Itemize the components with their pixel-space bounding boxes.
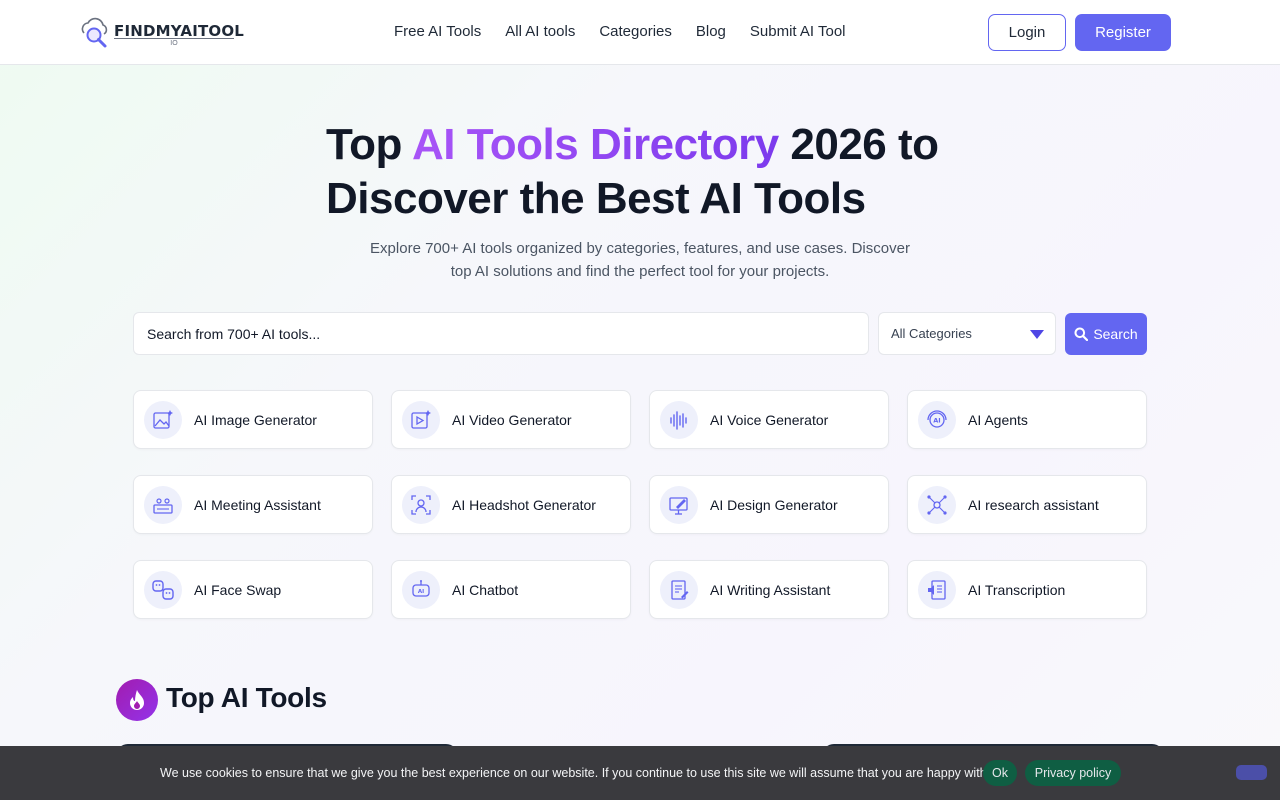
nav-submit-ai-tool[interactable]: Submit AI Tool bbox=[750, 23, 846, 40]
hero-title-accent: AI Tools Directory bbox=[411, 120, 779, 169]
caret-down-icon bbox=[1030, 330, 1044, 339]
search-button-label: Search bbox=[1093, 326, 1138, 342]
site-header: FINDMYAITOOL IO Free AI Tools All AI too… bbox=[0, 0, 1280, 65]
top-ai-tools-heading: Top AI Tools bbox=[166, 682, 327, 713]
hero-subtitle: Explore 700+ AI tools organized by categ… bbox=[370, 240, 910, 280]
category-label: AI research assistant bbox=[968, 496, 1099, 513]
category-card-ai-agents[interactable]: AI AI Agents bbox=[907, 390, 1147, 449]
register-button[interactable]: Register bbox=[1075, 14, 1171, 51]
nav-all-ai-tools[interactable]: All AI tools bbox=[505, 23, 575, 40]
category-select-value: All Categories bbox=[891, 326, 972, 341]
search-input[interactable] bbox=[133, 312, 869, 355]
logo-magnifier-cloud-icon bbox=[81, 17, 108, 48]
image-sparkle-icon bbox=[144, 400, 182, 439]
search-button[interactable]: Search bbox=[1065, 313, 1147, 355]
main-nav: Free AI Tools All AI tools Categories Bl… bbox=[394, 23, 870, 40]
nav-categories[interactable]: Categories bbox=[599, 23, 672, 40]
category-label: AI Design Generator bbox=[710, 496, 838, 513]
fire-icon bbox=[116, 679, 158, 721]
category-card-ai-voice-generator[interactable]: AI Voice Generator bbox=[649, 390, 889, 449]
category-label: AI Agents bbox=[968, 411, 1028, 428]
category-card-ai-chatbot[interactable]: AI AI Chatbot bbox=[391, 560, 631, 619]
category-card-ai-meeting-assistant[interactable]: AI Meeting Assistant bbox=[133, 475, 373, 534]
research-network-icon bbox=[918, 485, 956, 524]
category-card-ai-research-assistant[interactable]: AI research assistant bbox=[907, 475, 1147, 534]
voice-wave-icon bbox=[660, 400, 698, 439]
category-card-ai-design-generator[interactable]: AI Design Generator bbox=[649, 475, 889, 534]
category-card-ai-transcription[interactable]: AI Transcription bbox=[907, 560, 1147, 619]
writing-document-icon bbox=[660, 570, 698, 609]
logo-subtext: IO bbox=[114, 38, 234, 47]
svg-text:AI: AI bbox=[933, 416, 940, 424]
category-card-ai-headshot-generator[interactable]: AI Headshot Generator bbox=[391, 475, 631, 534]
category-select[interactable]: All Categories bbox=[878, 312, 1056, 355]
category-card-ai-video-generator[interactable]: AI Video Generator bbox=[391, 390, 631, 449]
category-label: AI Chatbot bbox=[452, 581, 519, 598]
cookie-ok-button[interactable]: Ok bbox=[983, 760, 1017, 786]
category-label: AI Writing Assistant bbox=[710, 581, 831, 598]
search-icon bbox=[1074, 327, 1089, 341]
headshot-icon bbox=[402, 485, 440, 524]
category-label: AI Image Generator bbox=[194, 411, 317, 428]
category-label: AI Video Generator bbox=[452, 411, 572, 428]
site-logo[interactable]: FINDMYAITOOL IO bbox=[78, 14, 244, 50]
svg-text:AI: AI bbox=[418, 589, 424, 595]
agent-headset-icon: AI bbox=[918, 400, 956, 439]
meeting-icon bbox=[144, 485, 182, 524]
category-grid: AI Image Generator AI Video Generator AI… bbox=[133, 390, 1147, 619]
category-card-ai-face-swap[interactable]: AI Face Swap bbox=[133, 560, 373, 619]
category-card-ai-image-generator[interactable]: AI Image Generator bbox=[133, 390, 373, 449]
category-label: AI Headshot Generator bbox=[452, 496, 596, 513]
cookie-close-button[interactable] bbox=[1236, 765, 1267, 780]
transcription-icon bbox=[918, 570, 956, 609]
nav-blog[interactable]: Blog bbox=[696, 23, 726, 40]
category-label: AI Face Swap bbox=[194, 581, 282, 598]
privacy-policy-button[interactable]: Privacy policy bbox=[1025, 760, 1121, 786]
face-swap-icon bbox=[144, 570, 182, 609]
design-monitor-icon bbox=[660, 485, 698, 524]
hero-title-part1: Top bbox=[326, 120, 412, 169]
login-button[interactable]: Login bbox=[988, 14, 1066, 51]
cookie-message: We use cookies to ensure that we give yo… bbox=[160, 766, 1000, 780]
hero-title: Top AI Tools Directory 2026 to Discover … bbox=[326, 118, 986, 226]
cookie-consent-bar: We use cookies to ensure that we give yo… bbox=[0, 746, 1280, 800]
video-sparkle-icon bbox=[402, 400, 440, 439]
nav-free-ai-tools[interactable]: Free AI Tools bbox=[394, 23, 481, 40]
category-label: AI Meeting Assistant bbox=[194, 496, 321, 513]
category-label: AI Voice Generator bbox=[710, 411, 829, 428]
category-label: AI Transcription bbox=[968, 581, 1066, 598]
category-card-ai-writing-assistant[interactable]: AI Writing Assistant bbox=[649, 560, 889, 619]
chatbot-icon: AI bbox=[402, 570, 440, 609]
